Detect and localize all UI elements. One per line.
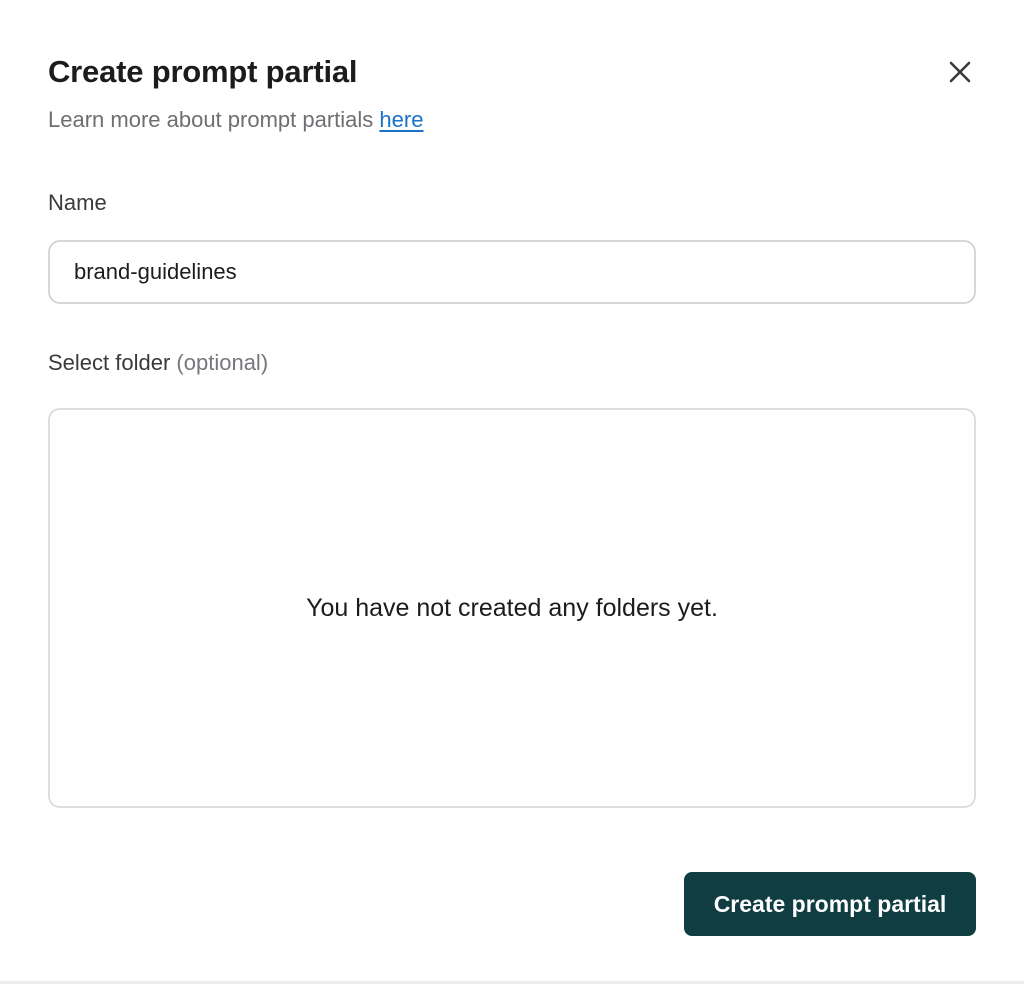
- learn-more-link[interactable]: here: [379, 107, 423, 132]
- select-folder-label: Select folder (optional): [48, 350, 268, 376]
- create-prompt-partial-button[interactable]: Create prompt partial: [684, 872, 976, 936]
- dialog-title: Create prompt partial: [48, 54, 358, 89]
- empty-folders-message: You have not created any folders yet.: [306, 593, 718, 622]
- optional-hint: (optional): [176, 350, 269, 375]
- select-folder-label-text: Select folder: [48, 350, 171, 375]
- subtitle-text: Learn more about prompt partials: [48, 107, 380, 132]
- close-icon: [949, 61, 971, 83]
- dialog-subtitle: Learn more about prompt partials here: [48, 107, 423, 133]
- close-button[interactable]: [942, 54, 978, 90]
- name-label: Name: [48, 190, 107, 215]
- create-prompt-partial-dialog: Create prompt partial Learn more about p…: [0, 0, 1024, 984]
- name-input[interactable]: [48, 240, 976, 304]
- folder-list: You have not created any folders yet.: [48, 408, 976, 808]
